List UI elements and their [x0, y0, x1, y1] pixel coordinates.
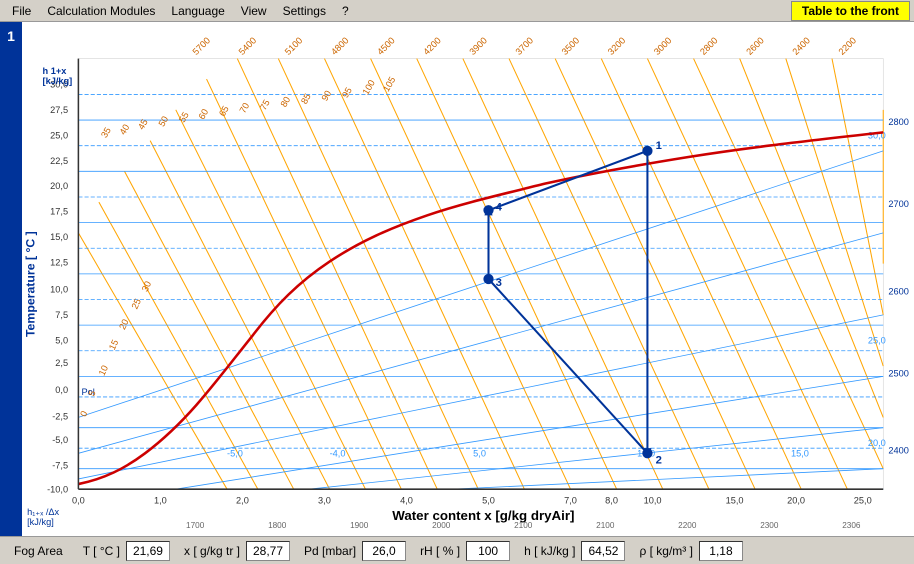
svg-text:1: 1: [656, 140, 662, 152]
menu-calc[interactable]: Calculation Modules: [39, 2, 163, 20]
chart-area: 5700 5400 5100 4800 4500 4200 3900 3700 …: [22, 22, 914, 536]
svg-text:2: 2: [656, 455, 662, 467]
t-value: 21,69: [126, 541, 170, 561]
svg-text:25,0: 25,0: [50, 131, 68, 141]
svg-text:2100: 2100: [514, 521, 533, 530]
svg-text:2500: 2500: [888, 368, 909, 378]
svg-text:2306: 2306: [842, 521, 861, 530]
rho-value: 1,18: [699, 541, 743, 561]
menu-file[interactable]: File: [4, 2, 39, 20]
svg-text:25,0: 25,0: [868, 336, 886, 346]
svg-text:1900: 1900: [350, 521, 369, 530]
svg-text:2000: 2000: [432, 521, 451, 530]
y-axis-label: Temperature [ °C ]: [23, 231, 37, 337]
svg-text:2100: 2100: [596, 521, 615, 530]
svg-text:-10,0: -10,0: [47, 484, 68, 494]
h-label: h [ kJ/kg ]: [518, 542, 581, 560]
svg-text:15,0: 15,0: [50, 232, 68, 242]
svg-text:20,0: 20,0: [868, 438, 886, 448]
svg-text:7,0: 7,0: [564, 496, 577, 506]
rh-label: rH [ % ]: [414, 542, 466, 560]
svg-text:3: 3: [496, 277, 502, 289]
svg-text:12,5: 12,5: [50, 258, 68, 268]
svg-text:1700: 1700: [186, 521, 205, 530]
svg-text:4: 4: [496, 201, 503, 213]
svg-text:2400: 2400: [888, 445, 909, 455]
svg-text:2600: 2600: [888, 286, 909, 296]
svg-text:0,0: 0,0: [72, 496, 85, 506]
table-front-button[interactable]: Table to the front: [791, 1, 910, 21]
svg-text:-2,5: -2,5: [52, 411, 68, 421]
svg-text:15,0: 15,0: [726, 496, 744, 506]
svg-text:3,0: 3,0: [318, 496, 331, 506]
pd-label: Pd [mbar]: [298, 542, 362, 560]
svg-text:2200: 2200: [678, 521, 697, 530]
rho-label: ρ [ kg/m³ ]: [633, 542, 699, 560]
svg-text:5,0: 5,0: [55, 336, 68, 346]
svg-text:5,0: 5,0: [473, 448, 486, 458]
svg-text:25,0: 25,0: [854, 496, 872, 506]
svg-text:20,0: 20,0: [50, 181, 68, 191]
pd-value: 26,0: [362, 541, 406, 561]
x-axis-label: Water content x [g/kg dryAir]: [392, 508, 574, 523]
svg-text:[kJ/kg]: [kJ/kg]: [27, 517, 54, 527]
svg-text:2800: 2800: [888, 117, 909, 127]
svg-text:8,0: 8,0: [605, 496, 618, 506]
rh-value: 100: [466, 541, 510, 561]
menu-view[interactable]: View: [233, 2, 275, 20]
svg-text:0,0: 0,0: [55, 385, 68, 395]
statusbar: Fog Area T [ °C ] 21,69 x [ g/kg tr ] 28…: [0, 536, 914, 564]
menubar: File Calculation Modules Language View S…: [0, 0, 914, 22]
menu-help[interactable]: ?: [334, 2, 357, 20]
main-content: 1: [0, 22, 914, 536]
svg-text:2,0: 2,0: [236, 496, 249, 506]
chart-badge: 1: [0, 22, 22, 536]
fog-area-label: Fog Area: [8, 542, 69, 560]
menu-language[interactable]: Language: [163, 2, 232, 20]
svg-text:-5,0: -5,0: [52, 435, 68, 445]
menu-settings[interactable]: Settings: [275, 2, 334, 20]
svg-text:2700: 2700: [888, 199, 909, 209]
x-value: 28,77: [246, 541, 290, 561]
svg-text:22,5: 22,5: [50, 156, 68, 166]
svg-text:5,0: 5,0: [482, 496, 495, 506]
svg-text:-7,5: -7,5: [52, 461, 68, 471]
svg-text:-4,0: -4,0: [330, 448, 346, 458]
svg-text:[kJ/kg]: [kJ/kg]: [43, 76, 73, 86]
svg-text:27,5: 27,5: [50, 105, 68, 115]
svg-text:10,0: 10,0: [644, 496, 662, 506]
svg-text:1800: 1800: [268, 521, 287, 530]
svg-text:h 1+x: h 1+x: [43, 66, 68, 76]
svg-text:4,0: 4,0: [400, 496, 413, 506]
svg-text:7,5: 7,5: [55, 310, 68, 320]
svg-text:h₁₊ₓ /Δx: h₁₊ₓ /Δx: [27, 507, 59, 517]
svg-text:1,0: 1,0: [154, 496, 167, 506]
h-value: 64,52: [581, 541, 625, 561]
svg-text:15,0: 15,0: [791, 448, 809, 458]
svg-text:2300: 2300: [760, 521, 779, 530]
t-label: T [ °C ]: [77, 542, 126, 560]
svg-text:2,5: 2,5: [55, 358, 68, 368]
svg-text:20,0: 20,0: [787, 496, 805, 506]
x-label: x [ g/kg tr ]: [178, 542, 246, 560]
svg-text:10,0: 10,0: [50, 284, 68, 294]
svg-text:17,5: 17,5: [50, 206, 68, 216]
svg-text:-5,0: -5,0: [227, 448, 243, 458]
